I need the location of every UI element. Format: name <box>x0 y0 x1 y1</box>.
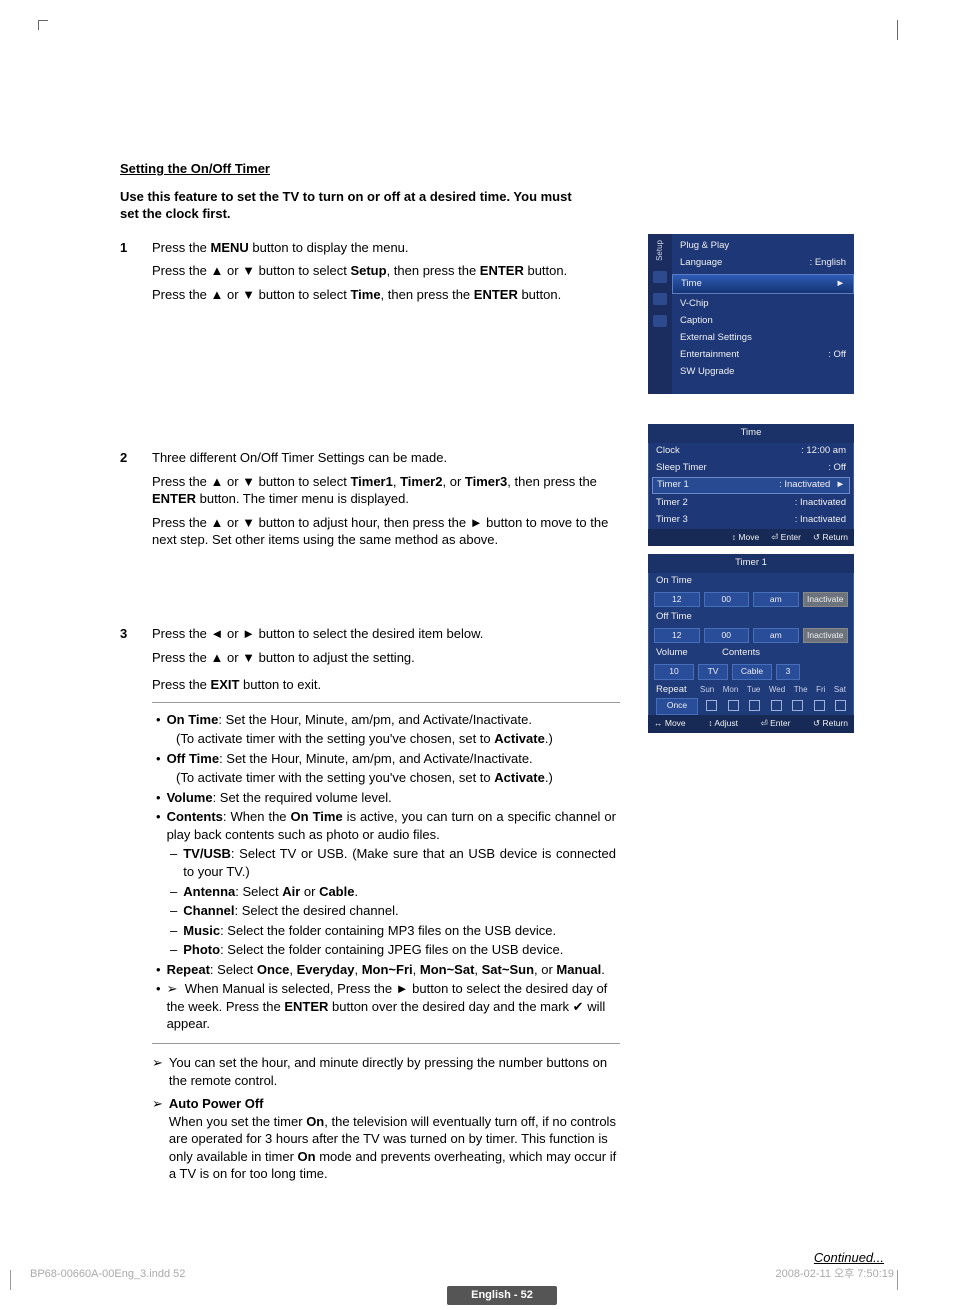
move-hint: ↕ Move <box>732 532 759 543</box>
day-checkbox <box>814 700 825 711</box>
day-checkbox <box>706 700 717 711</box>
input-icon <box>653 315 667 327</box>
state-cell: Inactivate <box>803 592 849 607</box>
arrow-icon: ➢ <box>152 1095 163 1183</box>
continued-label: Continued... <box>120 1249 884 1267</box>
chevron-right-icon: ► <box>836 479 845 490</box>
osd-setup-menu: Setup Plug & Play Language: English Time… <box>648 234 854 394</box>
gear-icon <box>653 271 667 283</box>
step-text: Three different On/Off Timer Settings ca… <box>152 449 620 555</box>
intro-text: Use this feature to set the TV to turn o… <box>120 188 590 223</box>
enter-hint: ⏎ Enter <box>771 532 801 543</box>
osd-title: Timer 1 <box>648 554 854 573</box>
osd-tab-label: Setup <box>655 240 666 261</box>
day-checkbox <box>728 700 739 711</box>
channel-cell: 3 <box>776 664 800 679</box>
osd-highlighted-row: Time► <box>672 274 854 295</box>
step-text: Press the MENU button to display the men… <box>152 239 620 310</box>
step-number: 2 <box>120 449 134 555</box>
volume-cell: 10 <box>654 664 694 679</box>
enter-hint: ⏎ Enter <box>761 718 791 729</box>
arrow-icon: ➢ <box>152 1054 163 1089</box>
section-title: Setting the On/Off Timer <box>120 160 620 178</box>
minute-cell: 00 <box>704 592 750 607</box>
step-number: 3 <box>120 625 134 1189</box>
source-cell: TV <box>698 664 728 679</box>
antenna-cell: Cable <box>732 664 772 679</box>
osd-highlighted-row: Timer 1: Inactivated ► <box>652 477 850 494</box>
chip-icon <box>653 293 667 305</box>
step-number: 1 <box>120 239 134 310</box>
hour-cell: 12 <box>654 592 700 607</box>
day-checkbox <box>771 700 782 711</box>
day-checkbox <box>749 700 760 711</box>
footer-file: BP68-00660A-00Eng_3.indd 52 <box>30 1267 185 1282</box>
notes: ➢You can set the hour, and minute direct… <box>152 1054 620 1183</box>
day-checkbox <box>835 700 846 711</box>
check-icon: ✔ <box>573 998 584 1016</box>
osd-title: Time <box>648 424 854 443</box>
move-hint: ↔ Move <box>654 718 686 729</box>
day-checkbox <box>792 700 803 711</box>
footer-date: 2008-02-11 오후 7:50:19 <box>775 1267 894 1282</box>
page-number-badge: English - 52 <box>447 1286 557 1305</box>
once-cell: Once <box>656 698 698 715</box>
return-hint: ↺ Return <box>813 532 848 543</box>
osd-timer1-menu: Timer 1 On Time 12 00 am Inactivate Off … <box>648 554 854 733</box>
chevron-right-icon: ► <box>836 278 845 291</box>
osd-time-menu: Time Clock: 12:00 am Sleep Timer: Off Ti… <box>648 424 854 546</box>
ampm-cell: am <box>753 592 799 607</box>
return-hint: ↺ Return <box>813 718 848 729</box>
step-text: Press the ◄ or ► button to select the de… <box>152 625 620 1189</box>
options-list: •On Time: Set the Hour, Minute, am/pm, a… <box>152 702 620 1044</box>
adjust-hint: ↕ Adjust <box>708 718 738 729</box>
